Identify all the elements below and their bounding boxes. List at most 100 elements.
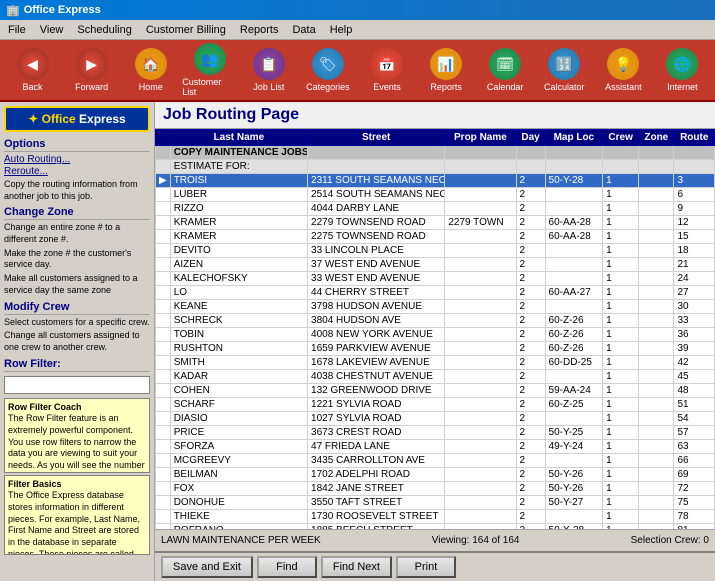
table-row[interactable]: SFORZA47 FRIEDA LANE249-Y-24163 — [156, 440, 715, 454]
viewing-text: Viewing: 164 of 164 — [432, 535, 520, 546]
menu-help[interactable]: Help — [326, 23, 357, 37]
table-row[interactable]: KRAMER2279 TOWNSEND ROAD2279 TOWN260-AA-… — [156, 216, 715, 230]
home-icon: 🏠 — [135, 48, 167, 80]
find-next-button[interactable]: Find Next — [321, 556, 392, 578]
table-row[interactable]: AIZEN37 WEST END AVENUE2121 — [156, 258, 715, 272]
street-cell: 1678 LAKEVIEW AVENUE — [308, 356, 445, 370]
route-cell: 57 — [674, 426, 715, 440]
col-propname[interactable]: Prop Name — [445, 130, 516, 146]
table-row[interactable]: RIZZO4044 DARBY LANE219 — [156, 202, 715, 216]
street-cell — [308, 146, 445, 160]
menu-reports[interactable]: Reports — [236, 23, 283, 37]
crew-cell: 1 — [603, 328, 639, 342]
street-cell: 3804 HUDSON AVE — [308, 314, 445, 328]
sidebar-auto-routing-link[interactable]: Auto Routing... — [4, 154, 150, 165]
save-and-exit-button[interactable]: Save and Exit — [161, 556, 253, 578]
table-row[interactable]: RUSHTON1659 PARKVIEW AVENUE260-Z-26139 — [156, 342, 715, 356]
street-cell: 2275 TOWNSEND ROAD — [308, 230, 445, 244]
menu-file[interactable]: File — [4, 23, 30, 37]
last-name-cell: LUBER — [170, 188, 307, 202]
toolbar-assistant-button[interactable]: 💡 Assistant — [595, 42, 652, 98]
last-name-cell: DEVITO — [170, 244, 307, 258]
row-arrow-cell — [156, 398, 171, 412]
toolbar-joblist-button[interactable]: 📋 Job List — [240, 42, 297, 98]
menu-view[interactable]: View — [36, 23, 68, 37]
find-button[interactable]: Find — [257, 556, 317, 578]
route-cell: 6 — [674, 188, 715, 202]
menu-scheduling[interactable]: Scheduling — [73, 23, 135, 37]
menu-customer-billing[interactable]: Customer Billing — [142, 23, 230, 37]
table-row[interactable]: LO44 CHERRY STREET260-AA-27127 — [156, 286, 715, 300]
table-row[interactable]: FOX1842 JANE STREET250-Y-26172 — [156, 482, 715, 496]
title-bar-text: Office Express — [24, 4, 101, 16]
toolbar-calculator-button[interactable]: 🔢 Calculator — [536, 42, 593, 98]
table-row[interactable]: DIASIO1027 SYLVIA ROAD2154 — [156, 412, 715, 426]
table-row[interactable]: KADAR4038 CHESTNUT AVENUE2145 — [156, 370, 715, 384]
col-crew[interactable]: Crew — [603, 130, 639, 146]
propname-cell — [445, 384, 516, 398]
toolbar-back-button[interactable]: ◀ Back — [4, 42, 61, 98]
propname-cell — [445, 160, 516, 174]
last-name-cell: KRAMER — [170, 230, 307, 244]
col-street[interactable]: Street — [308, 130, 445, 146]
crew-cell: 1 — [603, 188, 639, 202]
crew-cell: 1 — [603, 230, 639, 244]
table-row[interactable]: BEILMAN1702 ADELPHI ROAD250-Y-26169 — [156, 468, 715, 482]
day-cell: 2 — [516, 272, 545, 286]
col-maploc[interactable]: Map Loc — [545, 130, 603, 146]
last-name-cell: THIEKE — [170, 510, 307, 524]
sidebar-reroute-link[interactable]: Reroute... — [4, 166, 150, 177]
toolbar-internet-button[interactable]: 🌐 Internet — [654, 42, 711, 98]
maploc-cell: 60-AA-28 — [545, 216, 603, 230]
table-row[interactable]: KRAMER2275 TOWNSEND ROAD260-AA-28115 — [156, 230, 715, 244]
table-row[interactable]: SCHARF1221 SYLVIA ROAD260-Z-25151 — [156, 398, 715, 412]
route-cell: 42 — [674, 356, 715, 370]
maploc-cell: 59-AA-24 — [545, 384, 603, 398]
toolbar-home-button[interactable]: 🏠 Home — [122, 42, 179, 98]
table-container[interactable]: Last Name Street Prop Name Day Map Loc C… — [155, 129, 715, 529]
route-cell: 27 — [674, 286, 715, 300]
route-cell: 12 — [674, 216, 715, 230]
street-cell: 1027 SYLVIA ROAD — [308, 412, 445, 426]
last-name-cell: TROISI — [170, 174, 307, 188]
table-row[interactable]: COHEN132 GREENWOOD DRIVE259-AA-24148 — [156, 384, 715, 398]
col-zone[interactable]: Zone — [639, 130, 674, 146]
row-arrow-cell — [156, 272, 171, 286]
table-row[interactable]: THIEKE1730 ROOSEVELT STREET2178 — [156, 510, 715, 524]
last-name-cell: SCHRECK — [170, 314, 307, 328]
table-row[interactable]: KALECHOFSKY33 WEST END AVENUE2124 — [156, 272, 715, 286]
table-row[interactable]: DEVITO33 LINCOLN PLACE2118 — [156, 244, 715, 258]
toolbar-calendar-button[interactable]: 🗓 Calendar — [477, 42, 534, 98]
zone-cell — [639, 160, 674, 174]
table-row[interactable]: ESTIMATE FOR: — [156, 160, 715, 174]
table-row[interactable]: DONOHUE3550 TAFT STREET250-Y-27175 — [156, 496, 715, 510]
maploc-cell: 60-AA-28 — [545, 230, 603, 244]
toolbar-forward-button[interactable]: ▶ Forward — [63, 42, 120, 98]
table-row[interactable]: TOBIN4008 NEW YORK AVENUE260-Z-26136 — [156, 328, 715, 342]
propname-cell — [445, 174, 516, 188]
col-lastname[interactable]: Last Name — [170, 130, 307, 146]
toolbar-customerlist-button[interactable]: 👥 Customer List — [181, 42, 238, 98]
table-row[interactable]: LUBER2514 SOUTH SEAMANS NECK216 — [156, 188, 715, 202]
street-cell: 2311 SOUTH SEAMANS NECK — [308, 174, 445, 188]
propname-cell — [445, 146, 516, 160]
last-name-cell: ESTIMATE FOR: — [170, 160, 307, 174]
toolbar-reports-button[interactable]: 📊 Reports — [418, 42, 475, 98]
col-day[interactable]: Day — [516, 130, 545, 146]
table-row[interactable]: SCHRECK3804 HUDSON AVE260-Z-26133 — [156, 314, 715, 328]
street-cell: 4038 CHESTNUT AVENUE — [308, 370, 445, 384]
table-row[interactable]: PRICE3673 CREST ROAD250-Y-25157 — [156, 426, 715, 440]
table-row[interactable]: KEANE3798 HUDSON AVENUE2130 — [156, 300, 715, 314]
maploc-cell: 60-Z-26 — [545, 342, 603, 356]
menu-data[interactable]: Data — [288, 23, 319, 37]
table-row[interactable]: ▶TROISI2311 SOUTH SEAMANS NECK250-Y-2813 — [156, 174, 715, 188]
group-label: LAWN MAINTENANCE PER WEEK — [161, 535, 321, 546]
table-row[interactable]: COPY MAINTENANCE JOBS — [156, 146, 715, 160]
row-filter-input[interactable] — [4, 376, 150, 394]
print-button[interactable]: Print — [396, 556, 456, 578]
table-row[interactable]: SMITH1678 LAKEVIEW AVENUE260-DD-25142 — [156, 356, 715, 370]
toolbar-events-button[interactable]: 📅 Events — [358, 42, 415, 98]
toolbar-categories-button[interactable]: 🏷 Categories — [299, 42, 356, 98]
col-route[interactable]: Route — [674, 130, 715, 146]
table-row[interactable]: MCGREEVY3435 CARROLLTON AVE2166 — [156, 454, 715, 468]
